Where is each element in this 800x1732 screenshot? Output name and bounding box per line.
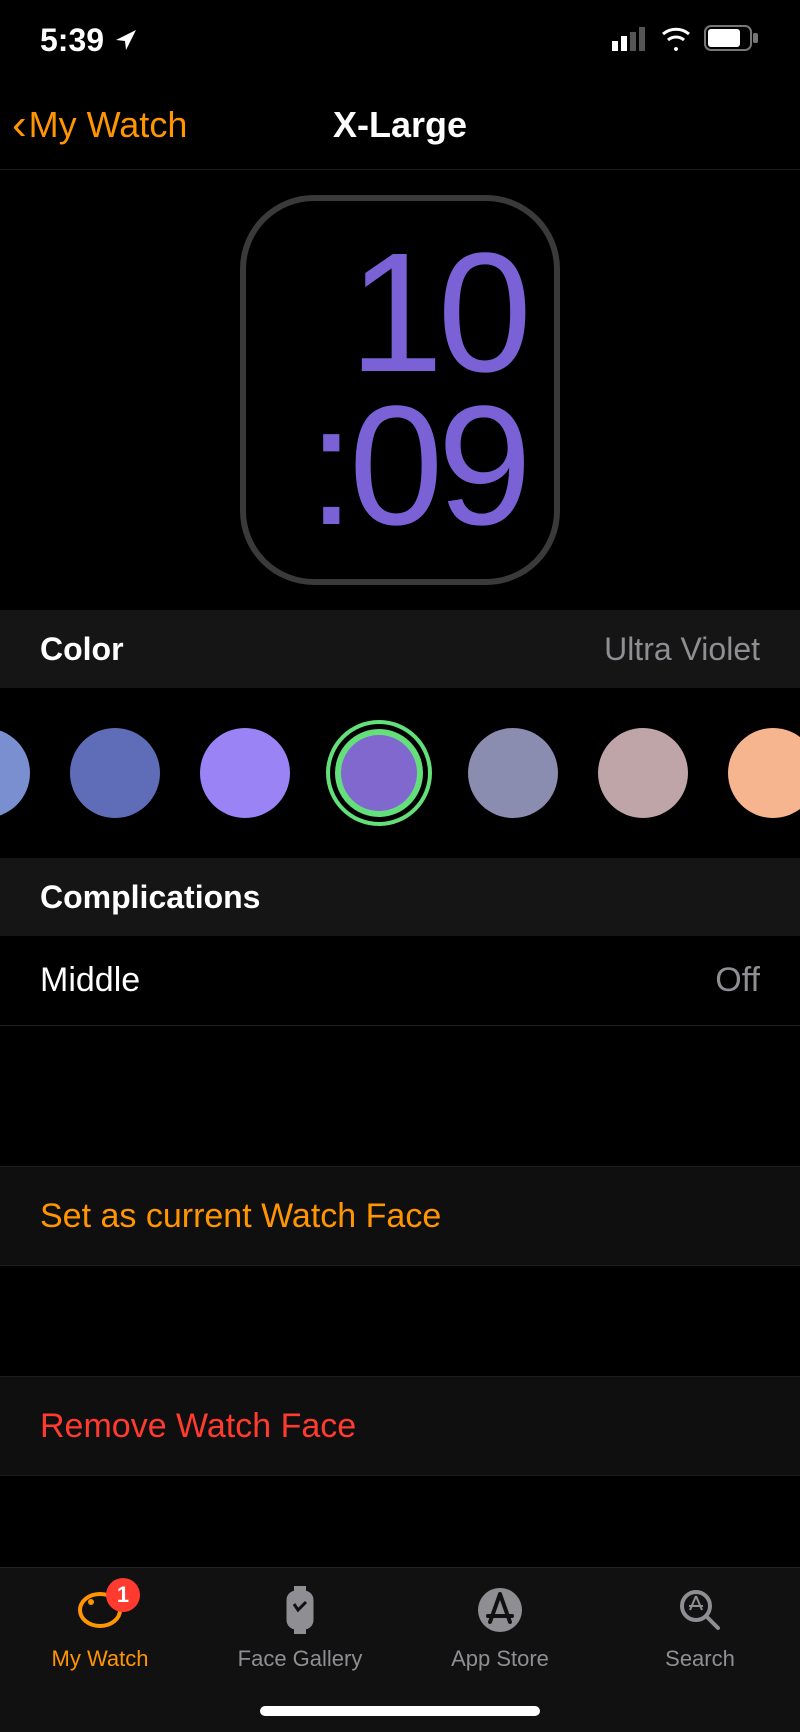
remove-label: Remove Watch Face [40,1407,356,1446]
tab-label: App Store [451,1646,549,1672]
watch-frame: 10 :09 [240,195,560,585]
status-time: 5:39 [40,22,104,59]
tab-label: My Watch [52,1646,149,1672]
complications-header: Complications [0,858,800,936]
preview-time-bottom: :09 [308,390,526,543]
complications-label: Complications [40,879,260,916]
complication-label: Middle [40,961,140,1000]
page-title: X-Large [333,104,467,146]
chevron-left-icon: ‹ [12,103,27,147]
face-gallery-icon [272,1582,328,1638]
notification-badge: 1 [106,1578,140,1612]
preview-time-top: 10 [349,237,526,390]
wifi-icon [660,22,692,59]
location-icon [114,28,138,52]
watch-face-preview: 10 :09 [0,170,800,610]
tab-search[interactable]: Search [610,1582,790,1732]
color-swatch-strip[interactable] [0,688,800,858]
status-right [612,22,760,59]
color-label: Color [40,631,124,668]
color-section-header: Color Ultra Violet [0,610,800,688]
spacer [0,1026,800,1166]
tab-my-watch[interactable]: 1My Watch [10,1582,190,1732]
status-bar: 5:39 [0,0,800,80]
cellular-icon [612,22,648,59]
back-label: My Watch [29,104,188,146]
color-swatch[interactable] [0,728,30,818]
tab-label: Face Gallery [238,1646,363,1672]
back-button[interactable]: ‹ My Watch [12,103,187,147]
search-icon [672,1582,728,1638]
set-current-watch-face-button[interactable]: Set as current Watch Face [0,1166,800,1266]
color-swatch[interactable] [468,728,558,818]
tab-label: Search [665,1646,735,1672]
battery-icon [704,22,760,59]
complication-value: Off [715,961,760,1000]
app-store-icon [472,1582,528,1638]
home-indicator[interactable] [260,1706,540,1716]
spacer [0,1266,800,1376]
color-swatch[interactable] [598,728,688,818]
nav-bar: ‹ My Watch X-Large [0,80,800,170]
color-swatch-selected[interactable] [330,724,428,822]
set-current-label: Set as current Watch Face [40,1197,441,1236]
color-swatch[interactable] [200,728,290,818]
complication-row[interactable]: Middle Off [0,936,800,1026]
color-current: Ultra Violet [604,631,760,668]
color-swatch[interactable] [728,728,800,818]
color-swatch[interactable] [70,728,160,818]
status-left: 5:39 [40,22,138,59]
remove-watch-face-button[interactable]: Remove Watch Face [0,1376,800,1476]
